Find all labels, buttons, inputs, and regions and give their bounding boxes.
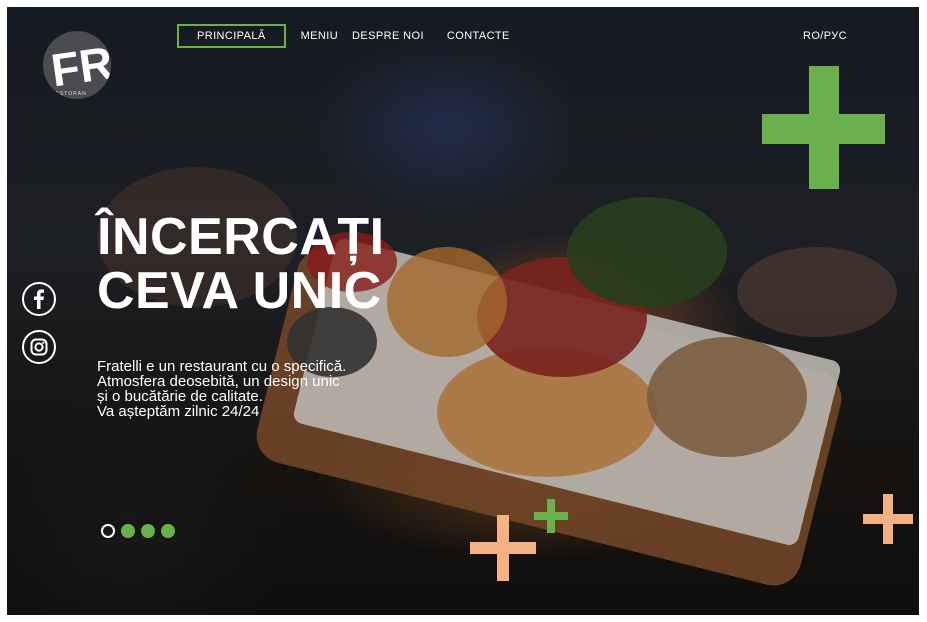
logo-ring-text: RESTORAN bbox=[51, 91, 87, 97]
slider-dot-2[interactable] bbox=[121, 524, 135, 538]
nav-item-despre-noi[interactable]: DESPRE NOI bbox=[345, 25, 431, 47]
description-line: Atmosfera deosebită, un design unic bbox=[97, 373, 340, 390]
instagram-icon bbox=[30, 338, 48, 356]
logo-icon: FR RESTORAN bbox=[48, 36, 111, 97]
slider-dot-3[interactable] bbox=[141, 524, 155, 538]
headline-line-1: ÎNCERCAȚI bbox=[97, 208, 385, 266]
main-navigation: PRINCIPALĂ MENIU DESPRE NOI CONTACTE bbox=[177, 24, 526, 48]
description-line: Va așteptăm zilnic 24/24 bbox=[97, 403, 260, 420]
headline-line-2: CEVA UNIC bbox=[97, 262, 382, 320]
instagram-link[interactable] bbox=[22, 330, 56, 364]
slider-pagination bbox=[101, 524, 175, 538]
slider-dot-1[interactable] bbox=[101, 524, 115, 538]
nav-item-contacte[interactable]: CONTACTE bbox=[431, 25, 526, 47]
nav-item-meniu[interactable]: MENIU bbox=[294, 25, 345, 47]
facebook-icon bbox=[34, 289, 44, 309]
logo-letters: FR bbox=[48, 36, 111, 96]
description-line: Fratelli e un restaurant cu o specifică. bbox=[97, 358, 347, 375]
peach-cross-right-decoration bbox=[863, 494, 913, 544]
green-cross-small-decoration bbox=[534, 499, 568, 533]
language-switcher[interactable]: RO/РУС bbox=[803, 30, 847, 42]
description-line: și o bucătărie de calitate. bbox=[97, 388, 263, 405]
hero-headline: ÎNCERCAȚI CEVA UNIC bbox=[97, 210, 385, 318]
hero-description: Fratelli e un restaurant cu o specifică.… bbox=[97, 359, 397, 419]
peach-cross-decoration bbox=[470, 515, 536, 581]
slider-dot-4[interactable] bbox=[161, 524, 175, 538]
green-cross-large-decoration bbox=[762, 66, 885, 189]
restaurant-logo[interactable]: FR RESTORAN bbox=[43, 31, 111, 99]
hero-banner: FR RESTORAN PRINCIPALĂ MENIU DESPRE NOI … bbox=[7, 7, 919, 615]
nav-item-principala[interactable]: PRINCIPALĂ bbox=[177, 24, 286, 48]
facebook-link[interactable] bbox=[22, 282, 56, 316]
